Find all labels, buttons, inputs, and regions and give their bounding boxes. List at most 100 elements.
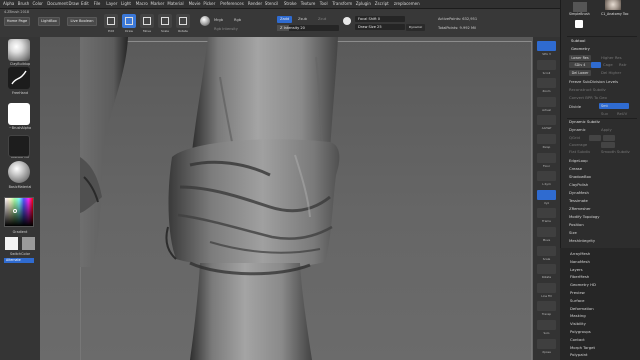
shelf-l-sym-button[interactable]: L.Sym: [537, 171, 556, 186]
geometry-header[interactable]: Geometry: [571, 46, 590, 51]
zsub-toggle[interactable]: Zsub: [298, 17, 307, 21]
home-page-button[interactable]: Home Page: [4, 17, 30, 26]
edgeloop-section[interactable]: EdgeLoop: [569, 158, 588, 163]
smt-toggle[interactable]: Smt: [599, 103, 629, 109]
menu-item[interactable]: Stencil: [265, 1, 279, 6]
qgrid-option-a[interactable]: [589, 135, 601, 141]
rgb-intensity-label[interactable]: Rgb Intensity: [214, 27, 238, 31]
anatomy-tool-thumb-icon[interactable]: [605, 0, 621, 10]
shelf-line-fill-button[interactable]: Line Fill: [537, 282, 556, 298]
z-intensity-slider[interactable]: Z Intensity 20: [277, 25, 339, 31]
main-color-swatch[interactable]: [5, 237, 18, 250]
menu-item[interactable]: Transform: [332, 1, 352, 6]
reconstruct-subdiv-button[interactable]: Reconstruct Subdiv: [569, 87, 606, 92]
subpalette-layers[interactable]: Layers: [570, 267, 583, 272]
switch-color-label[interactable]: SwitchColor: [0, 252, 40, 256]
shelf-solo-button[interactable]: Solo: [537, 320, 556, 335]
material-sphere-icon[interactable]: [200, 16, 210, 26]
draw-mode-button[interactable]: Draw: [122, 14, 136, 33]
menu-item[interactable]: Light: [121, 1, 131, 6]
qgrid-option-b[interactable]: [603, 135, 615, 141]
subpalette-nanomesh[interactable]: NanoMesh: [570, 259, 590, 264]
zcut-toggle[interactable]: Zcut: [318, 17, 326, 21]
dynamesh-section[interactable]: DynaMesh: [569, 190, 589, 195]
freehand-stroke-icon[interactable]: [8, 67, 30, 89]
position-section[interactable]: Position: [569, 222, 584, 227]
zadd-toggle[interactable]: Zadd: [277, 16, 293, 23]
menu-item[interactable]: Brush: [18, 1, 30, 6]
sdiv-slider[interactable]: SDiv 4: [569, 62, 591, 68]
subpalette-polygroups[interactable]: Polygroups: [570, 329, 591, 334]
subpalette-polypaint[interactable]: Polypaint: [570, 352, 587, 357]
menu-item[interactable]: Material: [167, 1, 183, 6]
shelf-rotate-button[interactable]: Rotate: [537, 264, 556, 279]
basic-material-icon[interactable]: [8, 161, 30, 183]
zremesher-section[interactable]: ZRemesher: [569, 206, 591, 211]
subpalette-preview[interactable]: Preview: [570, 290, 585, 295]
live-boolean-button[interactable]: Live Boolean: [67, 17, 97, 26]
shelf-xpose-button[interactable]: Xpose: [537, 338, 556, 354]
menu-item[interactable]: Marker: [151, 1, 165, 6]
higher-res-button[interactable]: Higher Res: [601, 55, 622, 60]
smooth-subdiv-slider[interactable]: Smooth Subdiv: [601, 149, 630, 154]
convert-bpr-button[interactable]: Convert BPR To Geo: [569, 95, 607, 100]
subpalette-arraymesh[interactable]: ArrayMesh: [570, 251, 590, 256]
dynamic-toggle[interactable]: Dynamic: [569, 127, 586, 132]
coverage-option[interactable]: [601, 142, 615, 148]
menu-item[interactable]: Draw: [68, 1, 78, 6]
shelf-spix-3-button[interactable]: SPix 3: [537, 41, 556, 56]
mrgb-toggle[interactable]: Mrgb: [214, 18, 223, 22]
subtool-header[interactable]: Subtool: [571, 38, 585, 43]
viewport-canvas[interactable]: [40, 37, 560, 360]
meshintegrity-section[interactable]: MeshIntegrity: [569, 238, 595, 243]
tessimate-section[interactable]: Tessimate: [569, 198, 588, 203]
menu-item[interactable]: Tool: [320, 1, 328, 6]
shelf-move-button[interactable]: Move: [537, 227, 556, 242]
subpalette-deformation[interactable]: Deformation: [570, 306, 594, 311]
menu-item[interactable]: Zscript: [375, 1, 389, 6]
shadowbox-section[interactable]: ShadowBox: [569, 174, 591, 179]
qgrid-slider[interactable]: QGrid: [569, 135, 580, 140]
size-section[interactable]: Size: [569, 230, 577, 235]
menu-item[interactable]: Edit: [81, 1, 89, 6]
shelf-aahalf-button[interactable]: AAHalf: [537, 115, 556, 130]
dynamic-toggle[interactable]: Dynamic: [406, 24, 426, 31]
divide-button[interactable]: Divide: [569, 104, 581, 109]
rgb-toggle[interactable]: Rgb: [234, 18, 241, 22]
scale-mode-button[interactable]: Scale: [158, 14, 172, 33]
subpalette-surface[interactable]: Surface: [570, 298, 584, 303]
coverage-slider[interactable]: Coverage: [569, 142, 587, 147]
menu-item[interactable]: Preferences: [220, 1, 244, 6]
secondary-color-swatch[interactable]: [22, 237, 35, 250]
clay-buildup-brush-icon[interactable]: [8, 39, 30, 61]
simple-brush-thumb-icon[interactable]: [573, 2, 587, 12]
menu-item[interactable]: Picker: [203, 1, 215, 6]
lower-res-button[interactable]: Lower Res: [569, 55, 591, 61]
shelf-floor-button[interactable]: Floor: [537, 152, 556, 168]
focal-shift-slider[interactable]: Focal Shift 0: [355, 16, 405, 22]
color-picker[interactable]: [4, 197, 34, 227]
reuv-button[interactable]: ReUV: [617, 111, 627, 116]
menu-item[interactable]: Texture: [301, 1, 316, 6]
edit-mode-button[interactable]: Edit: [104, 14, 118, 33]
modify-topology-section[interactable]: Modify Topology: [569, 214, 600, 219]
shelf-scale-button[interactable]: Scale: [537, 245, 556, 261]
del-lower-button[interactable]: Del Lower: [569, 70, 591, 76]
suv-toggle[interactable]: Suv: [601, 111, 608, 116]
rotate-mode-button[interactable]: Rotate: [176, 14, 190, 33]
menu-item[interactable]: zreplacemen: [394, 1, 420, 6]
subpalette-fibermesh[interactable]: FiberMesh: [570, 274, 589, 279]
subpalette-contact[interactable]: Contact: [570, 337, 585, 342]
apply-button[interactable]: Apply: [601, 127, 612, 132]
menu-item[interactable]: Document: [47, 1, 68, 6]
alternate-button[interactable]: Alternate: [4, 258, 34, 263]
dynamic-subdiv-header[interactable]: Dynamic Subdiv: [569, 119, 600, 124]
menu-item[interactable]: Stroke: [284, 1, 297, 6]
del-higher-button[interactable]: Del Higher: [601, 70, 621, 75]
menu-item[interactable]: Macro: [136, 1, 148, 6]
menu-item[interactable]: Movie: [189, 1, 201, 6]
flat-subdiv-slider[interactable]: Flat Subdiv: [569, 149, 590, 154]
shelf-scroll-button[interactable]: Scroll: [537, 59, 556, 75]
subpalette-visibility[interactable]: Visibility: [570, 321, 586, 326]
subpalette-morph-target[interactable]: Morph Target: [570, 345, 595, 350]
